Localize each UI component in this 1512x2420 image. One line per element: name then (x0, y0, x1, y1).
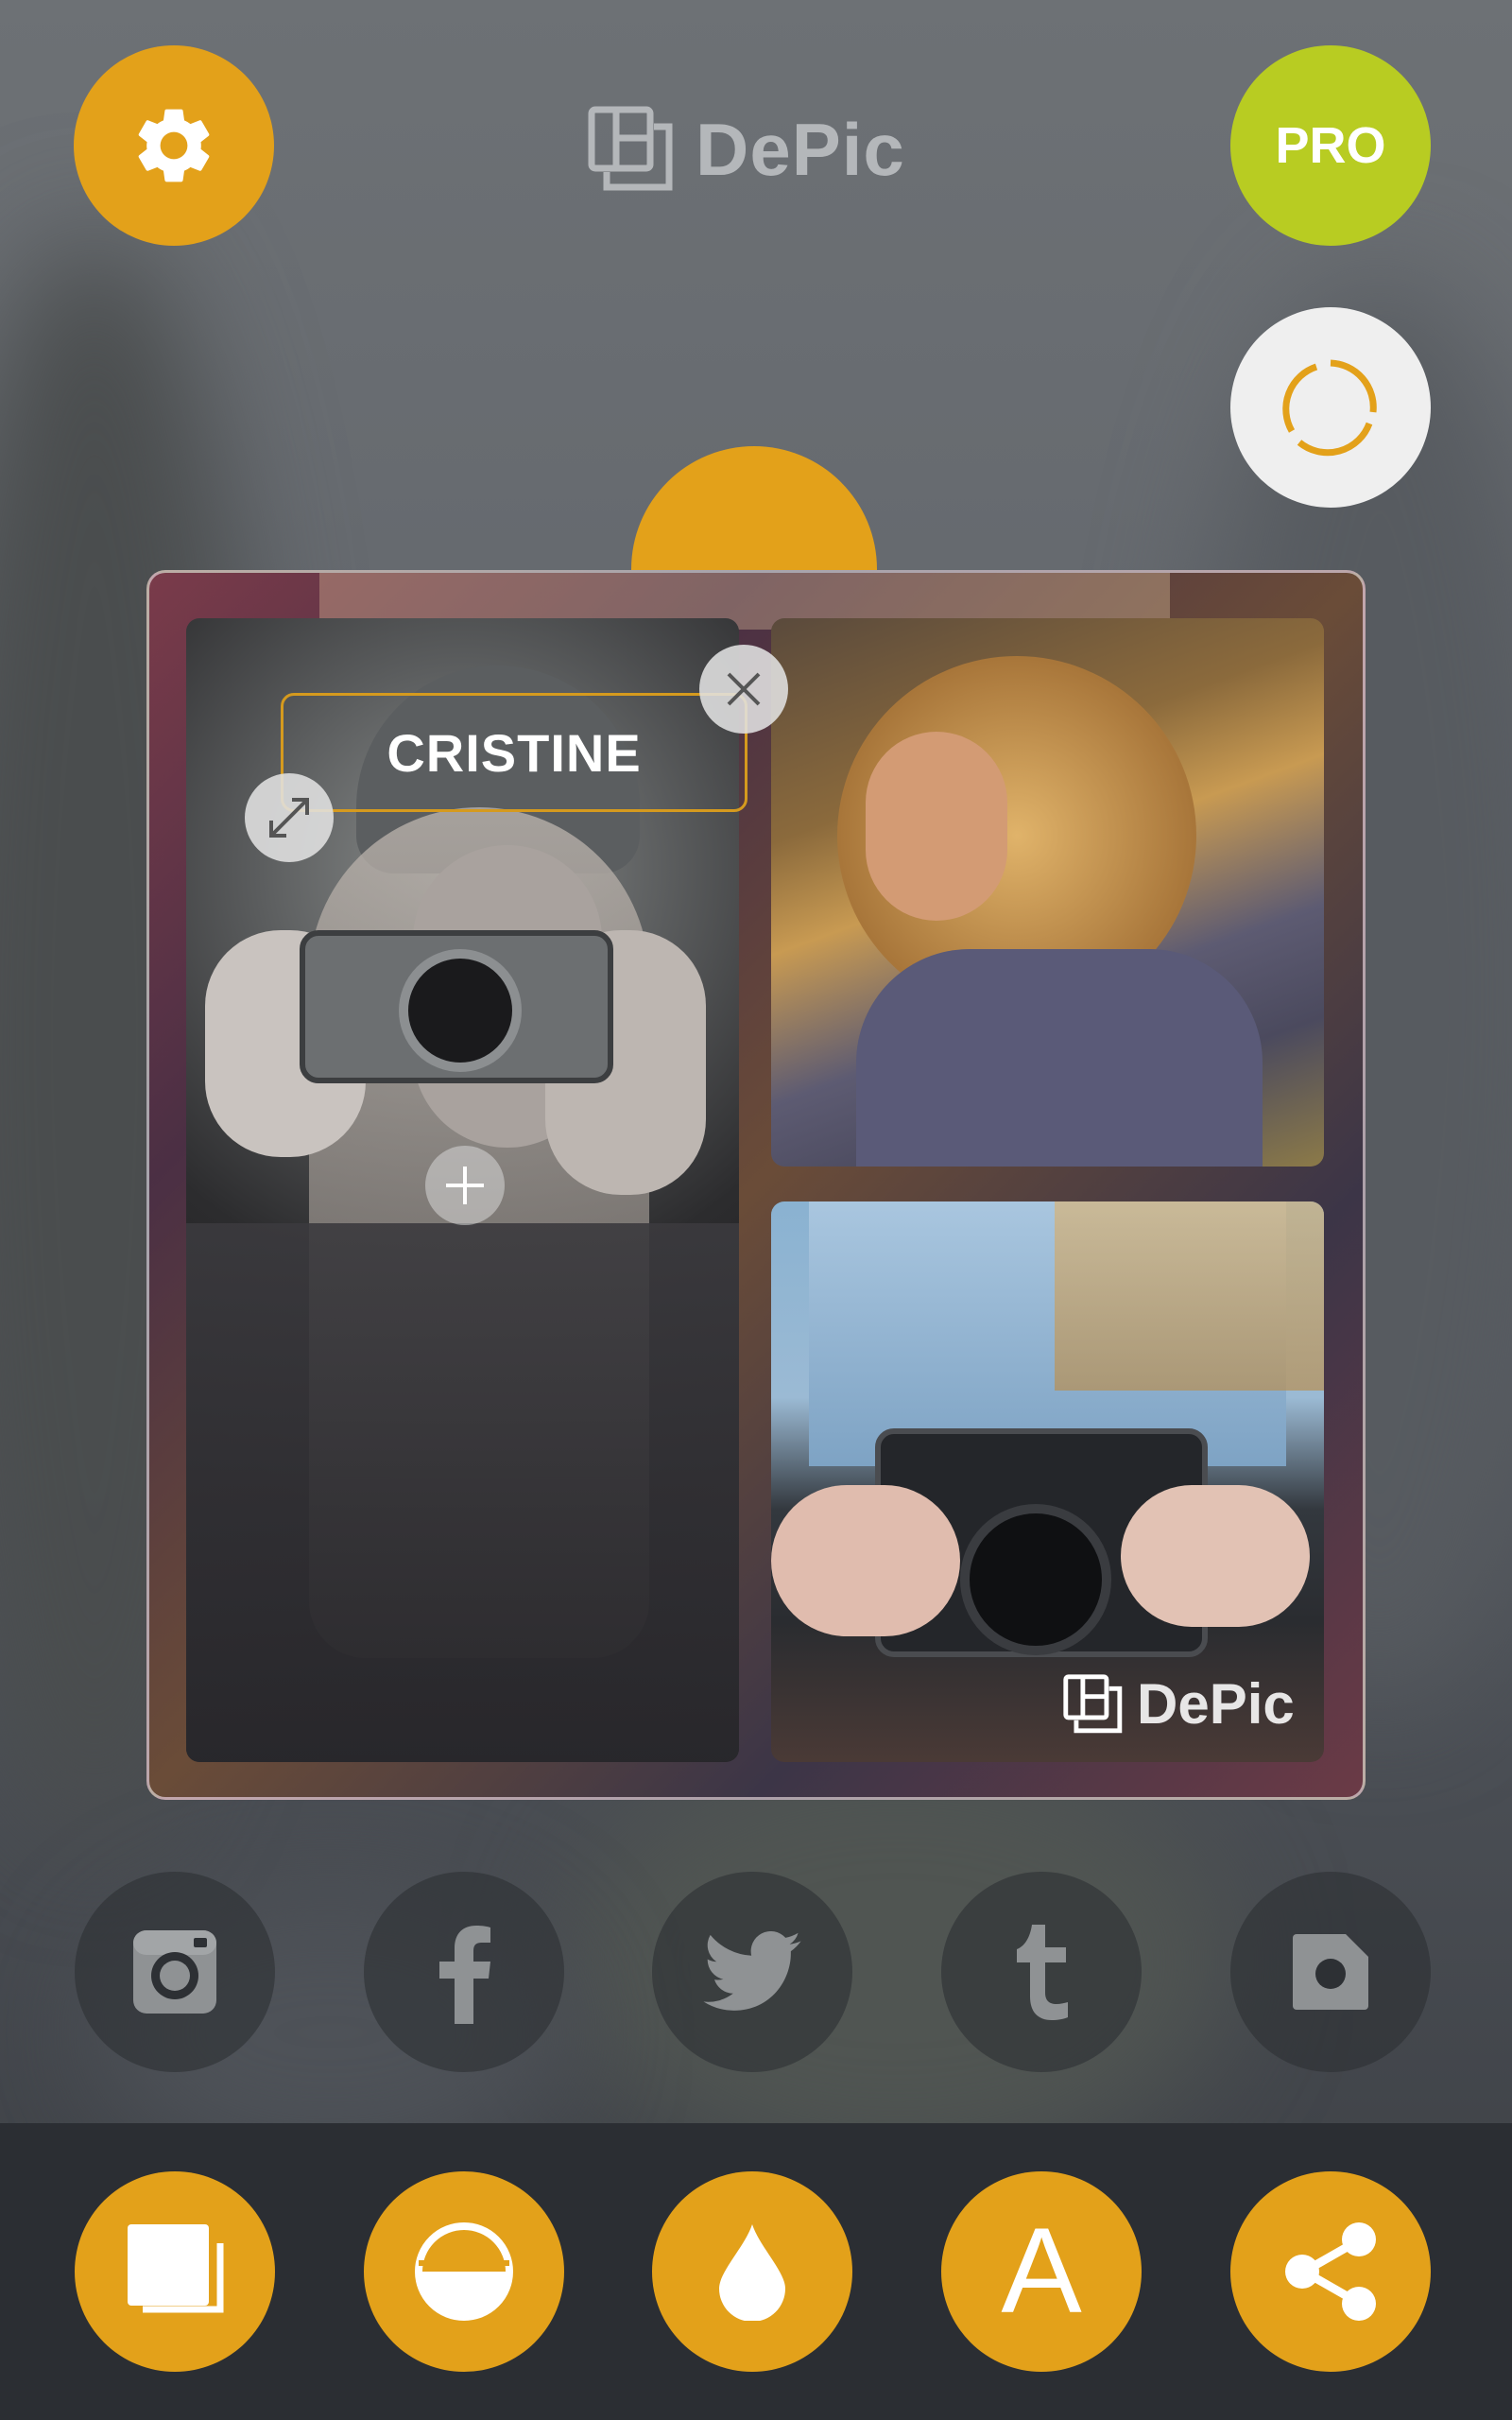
tumblr-icon (1017, 1925, 1068, 2020)
text-icon: A (1001, 2204, 1082, 2339)
photo-shirt (856, 949, 1263, 1167)
photo-hand-right (1121, 1485, 1310, 1627)
watermark-text: DePic (1137, 1672, 1295, 1736)
app-title: DePic (696, 107, 905, 191)
photo-camera-lens (960, 1504, 1111, 1655)
drop-icon (719, 2224, 785, 2321)
caption-text: CRISTINE (387, 722, 642, 783)
twitter-icon (703, 1931, 801, 2011)
add-photo-button[interactable] (425, 1146, 505, 1225)
photo-hand-left (771, 1485, 960, 1636)
logo-icon (588, 106, 673, 191)
share-icon (1285, 2222, 1376, 2321)
close-icon (727, 672, 761, 706)
instagram-button[interactable] (75, 1872, 275, 2072)
filter-button[interactable] (364, 2171, 564, 2372)
adjust-button[interactable] (652, 2171, 852, 2372)
app-logo: DePic (588, 106, 905, 193)
instagram-icon (133, 1930, 216, 2014)
logo-icon (1063, 1673, 1123, 1733)
collage-watermark: DePic (1063, 1671, 1295, 1737)
half-circle-icon (415, 2222, 513, 2321)
save-button[interactable] (1230, 1872, 1431, 2072)
photo-jacket (186, 1223, 739, 1762)
text-button[interactable]: A (941, 2171, 1142, 2372)
share-button[interactable] (1230, 2171, 1431, 2372)
caption-resize-handle[interactable] (245, 773, 334, 862)
layout-button[interactable] (75, 2171, 275, 2372)
save-file-icon (1293, 1934, 1368, 2010)
twitter-button[interactable] (652, 1872, 852, 2072)
caption-close-button[interactable] (699, 645, 788, 734)
facebook-button[interactable] (364, 1872, 564, 2072)
layers-icon (128, 2224, 224, 2313)
photo-hair (1055, 1201, 1324, 1391)
refresh-icon (1282, 359, 1377, 457)
plus-icon (446, 1167, 484, 1204)
refresh-button[interactable] (1230, 307, 1431, 508)
gear-icon (138, 109, 210, 182)
settings-button[interactable] (74, 45, 274, 246)
pro-label: PRO (1275, 117, 1386, 174)
photo-camera-lens (399, 949, 522, 1072)
pro-button[interactable]: PRO (1230, 45, 1431, 246)
caption-text-box[interactable]: CRISTINE (281, 693, 747, 812)
facebook-icon (439, 1926, 490, 2024)
photo-cell-top-right[interactable] (771, 618, 1324, 1167)
resize-icon (269, 798, 309, 838)
photo-face (866, 732, 1007, 921)
tumblr-button[interactable] (941, 1872, 1142, 2072)
